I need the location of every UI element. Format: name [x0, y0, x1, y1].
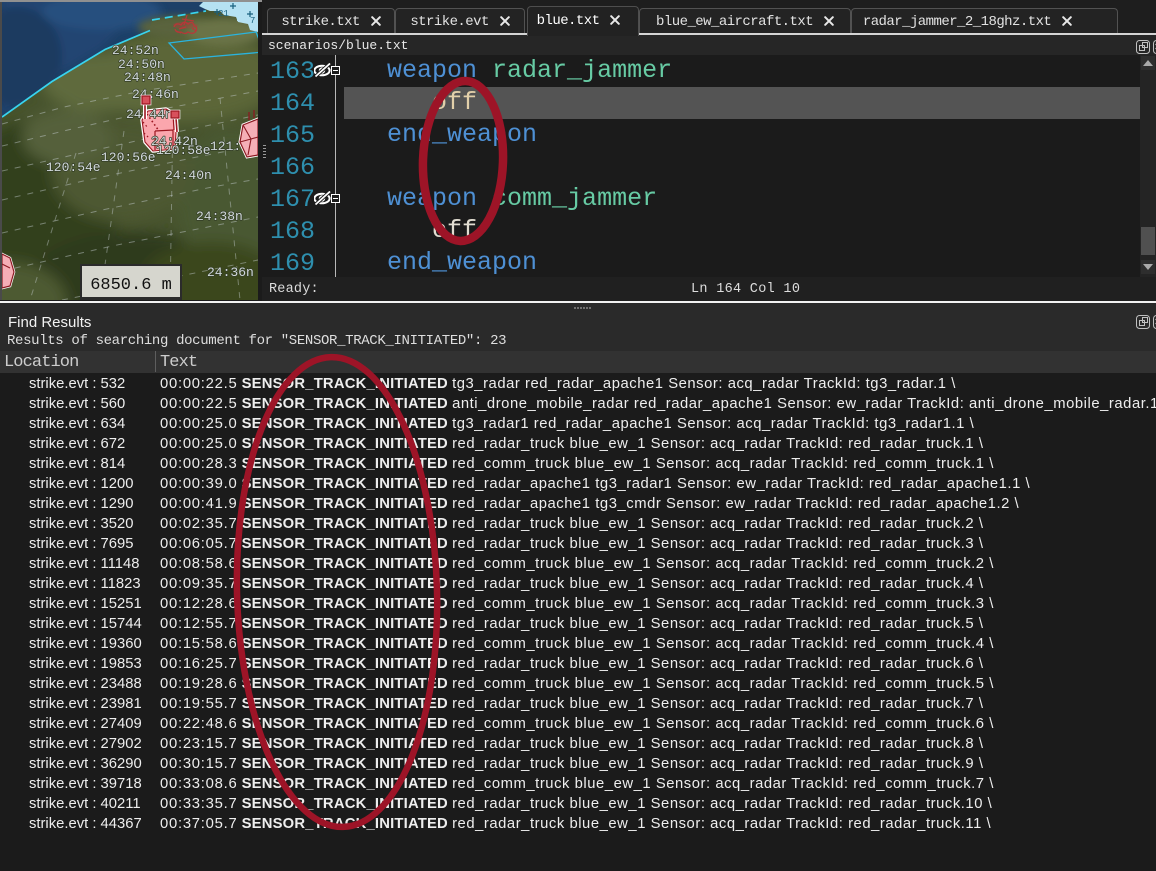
svg-text:24:44n: 24:44n	[126, 107, 173, 122]
svg-text:120:58e: 120:58e	[156, 143, 211, 158]
svg-text:120:54e: 120:54e	[46, 160, 101, 175]
svg-text:120:56e: 120:56e	[101, 150, 156, 165]
svg-text:21: 21	[218, 9, 229, 19]
svg-text:7: 7	[250, 16, 255, 26]
svg-text:24:48n: 24:48n	[124, 70, 171, 85]
svg-text:24:40n: 24:40n	[165, 168, 212, 183]
svg-text:24:52n: 24:52n	[112, 43, 159, 58]
svg-text:24:46n: 24:46n	[132, 87, 179, 102]
svg-text:24:38n: 24:38n	[196, 209, 243, 224]
svg-text:24:36n: 24:36n	[207, 265, 254, 280]
svg-text:6850.6 m: 6850.6 m	[90, 276, 172, 295]
